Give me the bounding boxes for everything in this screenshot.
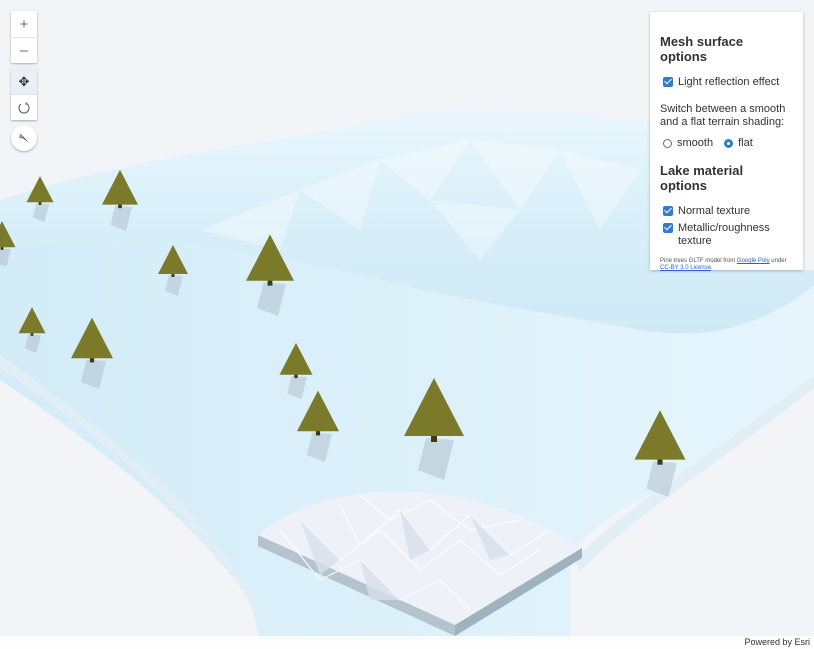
pan-button[interactable]: ✥ [11, 68, 37, 94]
powered-by-esri[interactable]: Powered by Esri [744, 637, 810, 647]
license-link[interactable]: CC-BY 3.0 License [660, 265, 711, 271]
compass-button[interactable] [11, 125, 37, 151]
credit-suffix: . [710, 265, 713, 271]
lake-options-title: Lake material options [660, 163, 744, 193]
normal-texture-label[interactable]: Normal texture [678, 205, 750, 218]
light-reflection-checkbox[interactable] [663, 77, 673, 87]
smooth-label[interactable]: smooth [677, 137, 713, 149]
credit-prefix: Pine trees GLTF model from [660, 258, 737, 264]
credit-middle: under [769, 258, 787, 264]
light-reflection-label[interactable]: Light reflection effect [678, 76, 779, 89]
zoom-controls: + – [11, 11, 37, 63]
pan-icon: ✥ [18, 73, 30, 89]
light-reflection-option[interactable]: Light reflection effect [660, 76, 793, 89]
mesh-options-title: Mesh surface options [660, 34, 744, 64]
shading-radio-group: smooth flat [660, 137, 793, 149]
google-poly-link[interactable]: Google Poly [737, 258, 770, 264]
attribution-bar: Powered by Esri [0, 636, 814, 649]
metallic-texture-option[interactable]: Metallic/roughness texture [660, 222, 793, 248]
compass-icon [19, 133, 29, 143]
metallic-texture-label[interactable]: Metallic/roughness texture [660, 222, 788, 248]
flat-radio[interactable] [724, 138, 734, 148]
flat-label[interactable]: flat [738, 137, 753, 149]
normal-texture-checkbox[interactable] [663, 206, 673, 216]
zoom-out-button[interactable]: – [11, 37, 37, 63]
metallic-texture-checkbox[interactable] [663, 223, 673, 233]
rotate-icon [18, 101, 30, 114]
normal-texture-option[interactable]: Normal texture [660, 205, 793, 218]
navigation-mode-controls: ✥ [11, 68, 37, 120]
options-panel: Mesh surface options Light reflection ef… [650, 12, 803, 272]
rotate-button[interactable] [11, 94, 37, 120]
credit-text: Pine trees GLTF model from Google Poly u… [660, 258, 793, 272]
smooth-radio[interactable] [663, 138, 672, 148]
shading-description: Switch between a smooth and a flat terra… [660, 103, 786, 128]
zoom-in-button[interactable]: + [11, 11, 37, 37]
